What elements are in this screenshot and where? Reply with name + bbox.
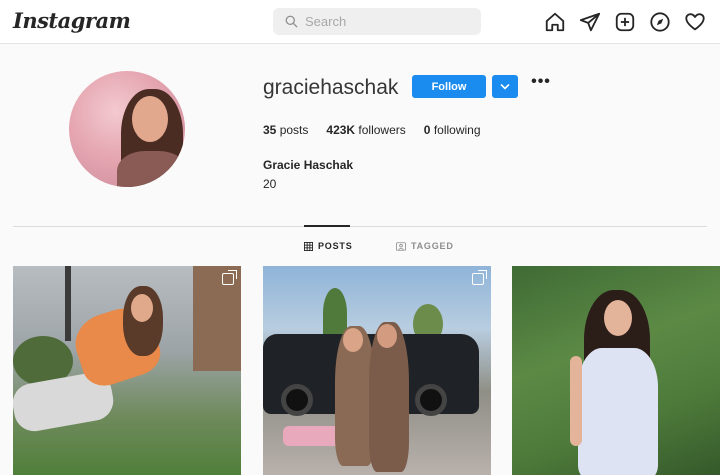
posts-count: 35	[263, 123, 277, 137]
carousel-icon	[472, 270, 487, 285]
tagged-icon	[396, 241, 406, 251]
post-image-detail	[131, 294, 153, 322]
top-nav-bar: Instagram	[0, 0, 720, 44]
grid-icon	[304, 241, 313, 251]
direct-icon[interactable]	[579, 11, 601, 33]
profile-full-name: Gracie Haschak	[263, 158, 354, 172]
avatar-body	[117, 151, 185, 187]
tab-posts-label: POSTS	[318, 241, 353, 251]
post-image-detail	[281, 384, 313, 416]
profile-username: graciehaschak	[263, 76, 399, 99]
activity-icon[interactable]	[684, 11, 706, 33]
tabs-divider	[13, 226, 707, 227]
post-thumbnail-2[interactable]	[263, 266, 491, 475]
active-tab-indicator	[304, 225, 350, 227]
following-stat-label: following	[433, 123, 481, 137]
post-image-detail	[377, 324, 397, 348]
nav-icons	[544, 11, 706, 33]
tab-tagged-label: TAGGED	[411, 241, 454, 251]
following-stat[interactable]: 0 following	[424, 123, 481, 137]
post-image-detail	[415, 384, 447, 416]
post-image-detail	[65, 266, 71, 341]
posts-stat: 35 posts	[263, 123, 308, 137]
avatar-face	[132, 96, 168, 142]
profile-bio: 20	[263, 177, 277, 191]
suggestions-dropdown-button[interactable]	[492, 75, 518, 98]
follow-button[interactable]: Follow	[412, 75, 486, 98]
followers-stat[interactable]: 423K followers	[326, 123, 405, 137]
instagram-logo[interactable]: Instagram	[13, 8, 131, 33]
tab-tagged[interactable]: TAGGED	[396, 241, 454, 251]
new-post-icon[interactable]	[614, 11, 636, 33]
post-thumbnail-3[interactable]	[512, 266, 720, 475]
search-icon	[285, 15, 298, 28]
posts-stat-label: posts	[279, 123, 309, 137]
post-image-detail	[343, 328, 363, 352]
search-input[interactable]	[305, 13, 465, 30]
followers-count: 423K	[326, 123, 356, 137]
search-box[interactable]	[273, 8, 481, 35]
post-thumbnail-1[interactable]	[13, 266, 241, 475]
following-count: 0	[423, 123, 431, 137]
chevron-down-icon	[500, 84, 510, 90]
post-image-detail	[578, 348, 658, 475]
post-image-detail	[604, 300, 632, 336]
followers-stat-label: followers	[358, 123, 406, 137]
explore-icon[interactable]	[649, 11, 671, 33]
more-options-icon[interactable]: •••	[530, 74, 552, 96]
home-icon[interactable]	[544, 11, 566, 33]
tab-posts[interactable]: POSTS	[304, 241, 353, 251]
post-image-detail	[570, 356, 582, 446]
profile-avatar[interactable]	[69, 71, 185, 187]
carousel-icon	[222, 270, 237, 285]
profile-stats: 35 posts 423K followers 0 following	[263, 123, 481, 137]
